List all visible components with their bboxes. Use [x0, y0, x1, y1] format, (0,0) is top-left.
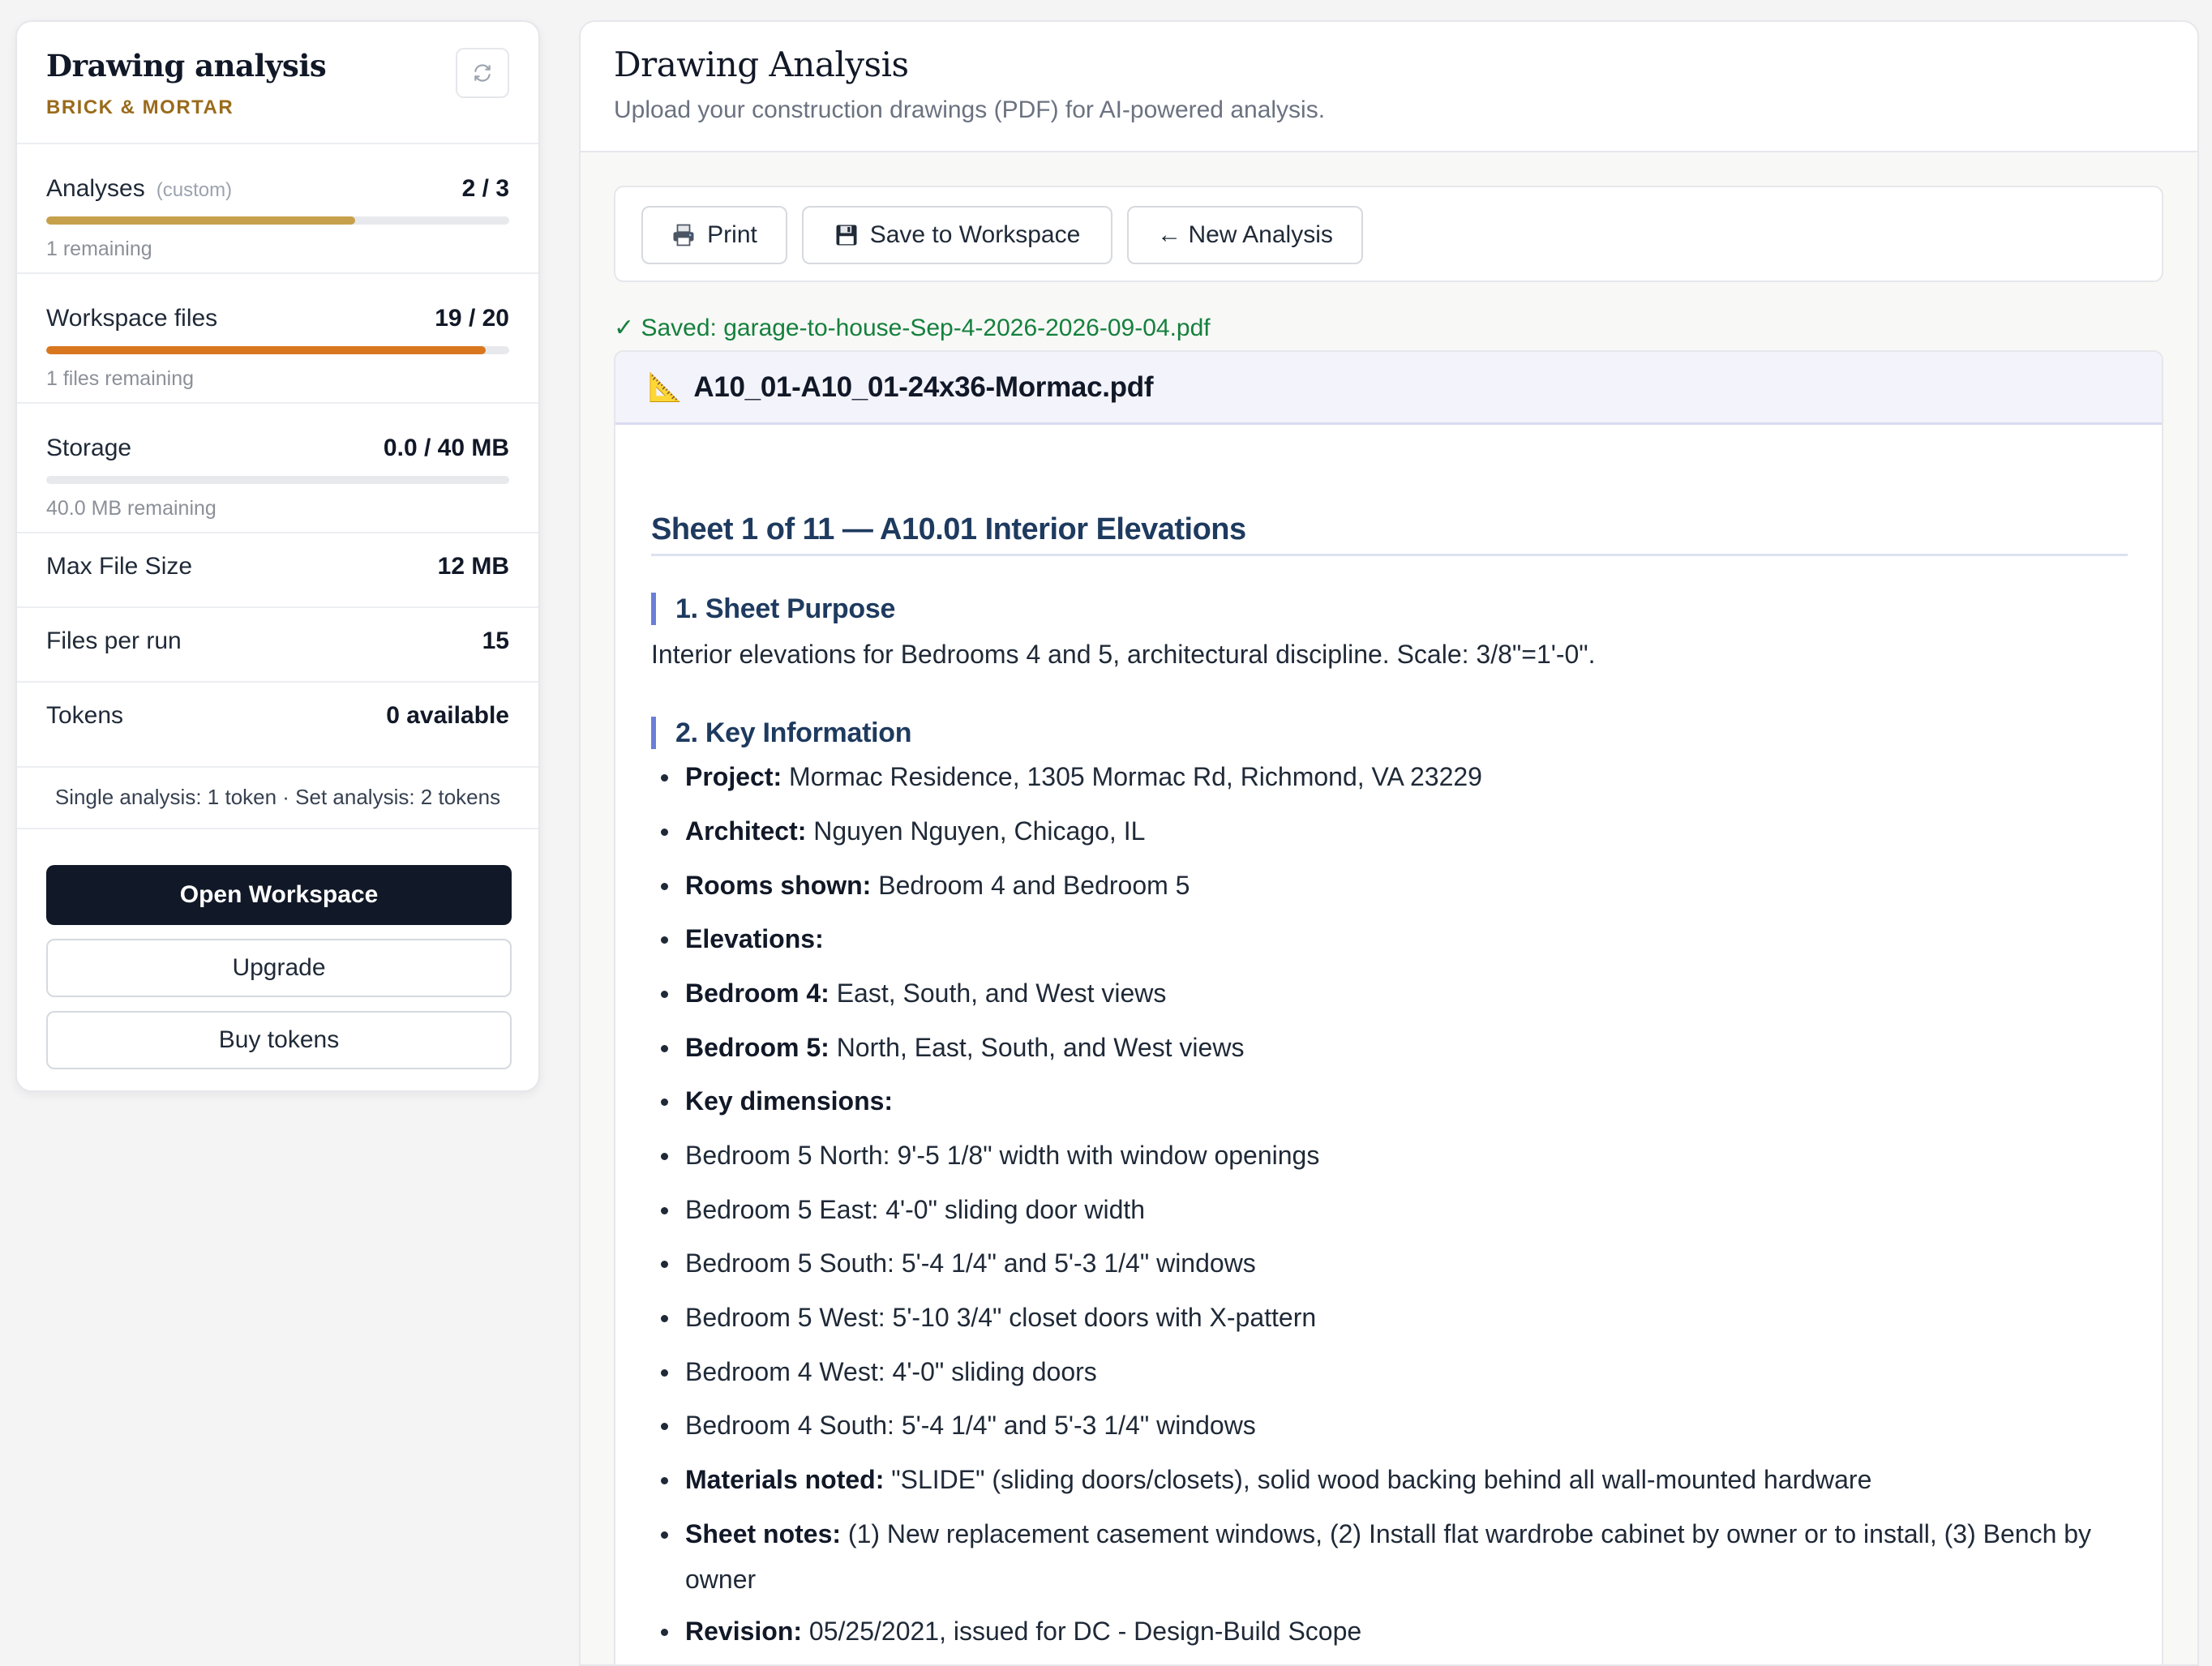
- sheet-title: Sheet 1 of 11 — A10.01 Interior Elevatio…: [651, 512, 2128, 556]
- upgrade-button[interactable]: Upgrade: [46, 939, 512, 997]
- print-label: Print: [707, 221, 757, 248]
- list-item: Bedroom 5 West: 5'-10 3/4" closet doors …: [651, 1295, 2128, 1340]
- page-description: Upload your construction drawings (PDF) …: [614, 96, 1326, 123]
- list-item: Bedroom 4: East, South, and West views: [651, 970, 2128, 1016]
- list-item-label: Project:: [685, 762, 782, 791]
- workspace-files-label: Workspace files: [46, 305, 218, 332]
- storage-label: Storage: [46, 435, 132, 461]
- list-item-label: Elevations:: [685, 924, 824, 953]
- list-item: Materials noted: "SLIDE" (sliding doors/…: [651, 1457, 2128, 1502]
- list-item: Bedroom 5 North: 9'-5 1/8" width with wi…: [651, 1133, 2128, 1178]
- list-item-label: Sheet notes:: [685, 1519, 842, 1548]
- storage-meter: Storage 0.0 / 40 MB 40.0 MB remaining: [17, 402, 538, 533]
- analyses-meter: Analyses (custom) 2 / 3 1 remaining: [17, 143, 538, 274]
- section-paragraph: Interior elevations for Bedrooms 4 and 5…: [651, 640, 1596, 669]
- list-item: Revision: 05/25/2021, issued for DC - De…: [651, 1608, 2128, 1654]
- list-item: Key dimensions:: [651, 1078, 2128, 1124]
- list-item-text: Nguyen Nguyen, Chicago, IL: [806, 816, 1146, 846]
- analyses-progress-fill: [46, 216, 355, 225]
- buy-tokens-button[interactable]: Buy tokens: [46, 1011, 512, 1069]
- list-item-text: Bedroom 5 South: 5'-4 1/4" and 5'-3 1/4"…: [685, 1248, 1256, 1278]
- workspace-files-value: 19 / 20: [435, 305, 509, 332]
- print-button[interactable]: Print: [641, 206, 787, 264]
- list-item-label: Bedroom 4:: [685, 979, 830, 1008]
- list-item-label: Bedroom 5:: [685, 1033, 830, 1062]
- workspace-files-meter: Workspace files 19 / 20 1 files remainin…: [17, 272, 538, 404]
- floppy-disk-icon: [836, 225, 857, 246]
- file-header: 📐 A10_01-A10_01-24x36-Mormac.pdf: [615, 352, 2162, 425]
- list-item: Elevations:: [651, 916, 2128, 961]
- list-item: Sheet notes: (1) New replacement casemen…: [651, 1511, 2128, 1602]
- files-per-run-label: Files per run: [46, 627, 182, 654]
- list-item-text: North, East, South, and West views: [829, 1033, 1245, 1062]
- workspace-files-progress-fill: [46, 346, 487, 354]
- tokens-label: Tokens: [46, 702, 124, 729]
- max-file-size-value: 12 MB: [437, 553, 509, 580]
- list-item-text: Mormac Residence, 1305 Mormac Rd, Richmo…: [782, 762, 1482, 791]
- list-item-text: Bedroom 5 East: 4'-0" sliding door width: [685, 1195, 1146, 1224]
- section-heading: 2. Key Information: [651, 717, 912, 749]
- storage-value: 0.0 / 40 MB: [383, 435, 509, 461]
- panel-header: Drawing analysis BRICK & MORTAR: [17, 22, 538, 144]
- analysis-result-card: 📐 A10_01-A10_01-24x36-Mormac.pdf Sheet 1…: [614, 350, 2163, 1664]
- list-item-text: "SLIDE" (sliding doors/closets), solid w…: [884, 1465, 1872, 1494]
- analyses-remaining: 1 remaining: [46, 238, 152, 260]
- token-cost-note: Single analysis: 1 token · Set analysis:…: [17, 766, 538, 829]
- refresh-button[interactable]: [456, 48, 509, 98]
- list-item-text: 05/25/2021, issued for DC - Design-Build…: [802, 1617, 1362, 1646]
- list-item-text: East, South, and West views: [829, 979, 1167, 1008]
- storage-progress-bar: [46, 476, 509, 484]
- file-name: A10_01-A10_01-24x36-Mormac.pdf: [693, 370, 1154, 403]
- list-item-text: Bedroom 4 South: 5'-4 1/4" and 5'-3 1/4"…: [685, 1411, 1256, 1440]
- company-name: BRICK & MORTAR: [46, 96, 234, 118]
- analyses-progress-bar: [46, 216, 509, 225]
- triangular-ruler-icon: 📐: [648, 371, 683, 403]
- list-item-text: Bedroom 5 West: 5'-10 3/4" closet doors …: [685, 1303, 1317, 1332]
- list-item-label: Key dimensions:: [685, 1086, 894, 1116]
- list-item: Bedroom 5: North, East, South, and West …: [651, 1025, 2128, 1070]
- list-item-text: Bedroom 5 North: 9'-5 1/8" width with wi…: [685, 1141, 1320, 1170]
- save-status-message: ✓ Saved: garage-to-house-Sep-4-2026-2026…: [614, 315, 1211, 341]
- printer-icon: [673, 224, 694, 246]
- list-item: Architect: Nguyen Nguyen, Chicago, IL: [651, 808, 2128, 854]
- files-per-run-value: 15: [482, 627, 509, 654]
- list-item-text: Bedroom 4 West: 4'-0" sliding doors: [685, 1357, 1097, 1386]
- storage-remaining: 40.0 MB remaining: [46, 497, 216, 520]
- result-toolbar: Print Save to Workspace ← New Analysis: [614, 186, 2163, 282]
- save-label: Save to Workspace: [869, 221, 1081, 248]
- list-item-label: Revision:: [685, 1617, 803, 1646]
- analyses-label: Analyses (custom): [46, 175, 233, 202]
- save-to-workspace-button[interactable]: Save to Workspace: [802, 206, 1112, 264]
- files-per-run-row: Files per run 15: [17, 606, 538, 683]
- list-item-text: Bedroom 4 and Bedroom 5: [871, 871, 1190, 900]
- new-analysis-button[interactable]: ← New Analysis: [1127, 206, 1363, 264]
- page-title: Drawing Analysis: [614, 45, 909, 84]
- section-heading: 1. Sheet Purpose: [651, 593, 895, 625]
- refresh-icon: [474, 64, 491, 82]
- list-item: Rooms shown: Bedroom 4 and Bedroom 5: [651, 863, 2128, 908]
- list-item: Bedroom 5 South: 5'-4 1/4" and 5'-3 1/4"…: [651, 1240, 2128, 1286]
- workspace-files-progress-bar: [46, 346, 509, 354]
- list-item-text: (1) New replacement casement windows, (2…: [685, 1519, 2092, 1594]
- workspace-files-remaining: 1 files remaining: [46, 367, 195, 390]
- max-file-size-label: Max File Size: [46, 553, 193, 580]
- drawing-analysis-panel: Drawing Analysis Upload your constructio…: [579, 20, 2199, 1666]
- main-header: Drawing Analysis Upload your constructio…: [581, 22, 2197, 152]
- open-workspace-button[interactable]: Open Workspace: [46, 865, 512, 925]
- usage-panel: Drawing analysis BRICK & MORTAR Analyses…: [15, 20, 540, 1092]
- analyses-value: 2 / 3: [461, 175, 509, 202]
- panel-title: Drawing analysis: [46, 48, 327, 84]
- list-item-label: Materials noted:: [685, 1465, 885, 1494]
- list-item: Bedroom 4 South: 5'-4 1/4" and 5'-3 1/4"…: [651, 1403, 2128, 1448]
- list-item: Project: Mormac Residence, 1305 Mormac R…: [651, 754, 2128, 799]
- tokens-value: 0 available: [386, 702, 509, 729]
- analyses-hint: (custom): [156, 179, 233, 201]
- list-item-label: Rooms shown:: [685, 871, 872, 900]
- list-item: Bedroom 5 East: 4'-0" sliding door width: [651, 1187, 2128, 1232]
- max-file-size-row: Max File Size 12 MB: [17, 532, 538, 608]
- tokens-row: Tokens 0 available: [17, 681, 538, 768]
- list-item-label: Architect:: [685, 816, 807, 846]
- list-item: Bedroom 4 West: 4'-0" sliding doors: [651, 1349, 2128, 1394]
